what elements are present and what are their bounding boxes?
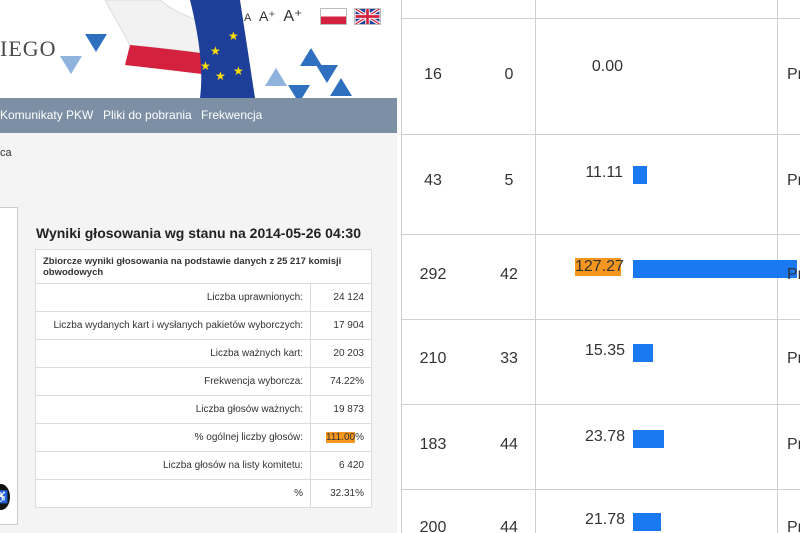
- percent-bar: [633, 260, 797, 278]
- cell-tail-text: Pr: [787, 350, 800, 367]
- cell-votes-a: 16: [424, 66, 442, 83]
- row-value: 74.22%: [310, 367, 372, 396]
- cell-votes-b: 42: [500, 266, 518, 283]
- row-label: %: [34, 479, 312, 508]
- percent-bar: [633, 513, 662, 531]
- percent-bar: [633, 430, 664, 448]
- row-value: 32.31%: [310, 479, 372, 508]
- table-row: Liczba ważnych kart: 20 203: [34, 339, 372, 368]
- cell-percent: 21.78: [585, 511, 626, 528]
- cell-percent: 15.35: [585, 342, 626, 359]
- row-label: Liczba uprawnionych:: [34, 283, 312, 312]
- cell-tail-text: Pr: [787, 436, 800, 453]
- table-row: Liczba głosów na listy komitetu: 6 420: [34, 451, 372, 480]
- header-banner: IEGO ★ ★ ★ ★ ★ A A⁺ A⁺: [0, 0, 397, 98]
- grid-line: [401, 489, 800, 490]
- font-size-small[interactable]: A: [244, 12, 251, 24]
- decorative-triangle: [265, 68, 287, 86]
- cell-votes-a: 210: [419, 350, 447, 367]
- grid-line: [401, 134, 800, 135]
- cell-tail-text: Pr: [787, 266, 800, 283]
- nav-komunikaty[interactable]: Komunikaty PKW: [0, 108, 93, 122]
- cell-tail-text: Pr: [787, 519, 800, 533]
- sidebar-box: [0, 207, 18, 525]
- cell-votes-b: 33: [500, 350, 518, 367]
- row-value: 24 124: [310, 283, 372, 312]
- cell-votes-b: 0: [504, 66, 514, 83]
- results-table: Zbiorcze wyniki głosowania na podstawie …: [34, 249, 372, 508]
- row-label: Frekwencja wyborcza:: [34, 367, 312, 396]
- table-row: Liczba głosów ważnych: 19 873: [34, 395, 372, 424]
- grid-line: [401, 319, 800, 320]
- right-panel: 16 0 0.00 Pr 43 5 11.11 Pr 292 42 127.27 Pr 210 33 15.…: [401, 0, 800, 533]
- uk-flag-icon[interactable]: [354, 8, 381, 25]
- row-label: Liczba ważnych kart:: [34, 339, 312, 368]
- cell-votes-a: 183: [419, 436, 447, 453]
- grid-line: [535, 0, 536, 533]
- font-size-medium[interactable]: A⁺: [259, 8, 276, 24]
- table-row: Frekwencja wyborcza: 74.22%: [34, 367, 372, 396]
- row-label: Liczba głosów na listy komitetu:: [34, 451, 312, 480]
- grid-line: [401, 234, 800, 235]
- font-size-large[interactable]: A⁺: [283, 8, 302, 25]
- grid-line: [401, 18, 800, 19]
- row-label: % ogólnej liczby głosów:: [34, 423, 312, 452]
- decorative-triangle: [288, 85, 310, 98]
- pl-flag-icon[interactable]: [320, 8, 347, 25]
- svg-text:★: ★: [233, 64, 244, 78]
- decorative-triangle: [60, 56, 82, 74]
- row-value: 20 203: [310, 339, 372, 368]
- nav-pliki[interactable]: Pliki do pobrania: [103, 108, 192, 122]
- grid-line: [401, 0, 402, 533]
- results-title: Wyniki głosowania wg stanu na 2014-05-26…: [36, 225, 361, 241]
- cell-percent: 127.27: [575, 258, 624, 276]
- table-header: Zbiorcze wyniki głosowania na podstawie …: [35, 249, 372, 284]
- decorative-triangle: [330, 78, 352, 96]
- svg-text:★: ★: [210, 44, 221, 58]
- font-size-controls: A A⁺ A⁺: [244, 6, 306, 26]
- percent-bar: [633, 166, 648, 184]
- grid-line: [401, 404, 800, 405]
- row-value: 17 904: [310, 311, 372, 340]
- cell-tail-text: Pr: [787, 172, 800, 189]
- cell-tail-text: Pr: [787, 66, 800, 83]
- table-row: % ogólnej liczby głosów: 111.00%: [34, 423, 372, 452]
- svg-text:★: ★: [200, 59, 211, 73]
- table-row: Liczba wydanych kart i wysłanych pakietó…: [34, 311, 372, 340]
- row-value: 19 873: [310, 395, 372, 424]
- cell-votes-a: 43: [424, 172, 442, 189]
- table-row: Liczba uprawnionych: 24 124: [34, 283, 372, 312]
- decorative-triangle: [300, 48, 322, 66]
- svg-text:★: ★: [215, 69, 226, 83]
- row-value: 6 420: [310, 451, 372, 480]
- main-nav: Komunikaty PKW Pliki do pobrania Frekwen…: [0, 98, 397, 133]
- breadcrumb[interactable]: ca: [0, 147, 12, 159]
- nav-frekwencja[interactable]: Frekwencja: [201, 108, 262, 122]
- table-header-row: Zbiorcze wyniki głosowania na podstawie …: [35, 249, 372, 284]
- value-suffix: %: [355, 432, 364, 443]
- percent-bar: [633, 344, 653, 362]
- row-label: Liczba głosów ważnych:: [34, 395, 312, 424]
- site-title-fragment: IEGO: [0, 36, 57, 61]
- row-value: 111.00%: [310, 423, 372, 452]
- cell-votes-b: 5: [504, 172, 514, 189]
- table-row: % 32.31%: [34, 479, 372, 508]
- cell-percent: 0.00: [591, 58, 623, 75]
- left-panel: IEGO ★ ★ ★ ★ ★ A A⁺ A⁺ Komunikaty PKW Pl…: [0, 0, 397, 533]
- svg-text:★: ★: [228, 29, 239, 43]
- cell-votes-b: 44: [500, 436, 518, 453]
- decorative-triangle: [85, 34, 107, 52]
- cell-percent: 11.11: [585, 164, 623, 181]
- cell-votes-b: 44: [500, 519, 518, 533]
- cell-votes-a: 200: [419, 519, 447, 533]
- row-label: Liczba wydanych kart i wysłanych pakietó…: [34, 311, 312, 340]
- cell-votes-a: 292: [419, 266, 447, 283]
- cell-percent: 23.78: [585, 428, 626, 445]
- highlighted-value: 111.00: [325, 432, 356, 443]
